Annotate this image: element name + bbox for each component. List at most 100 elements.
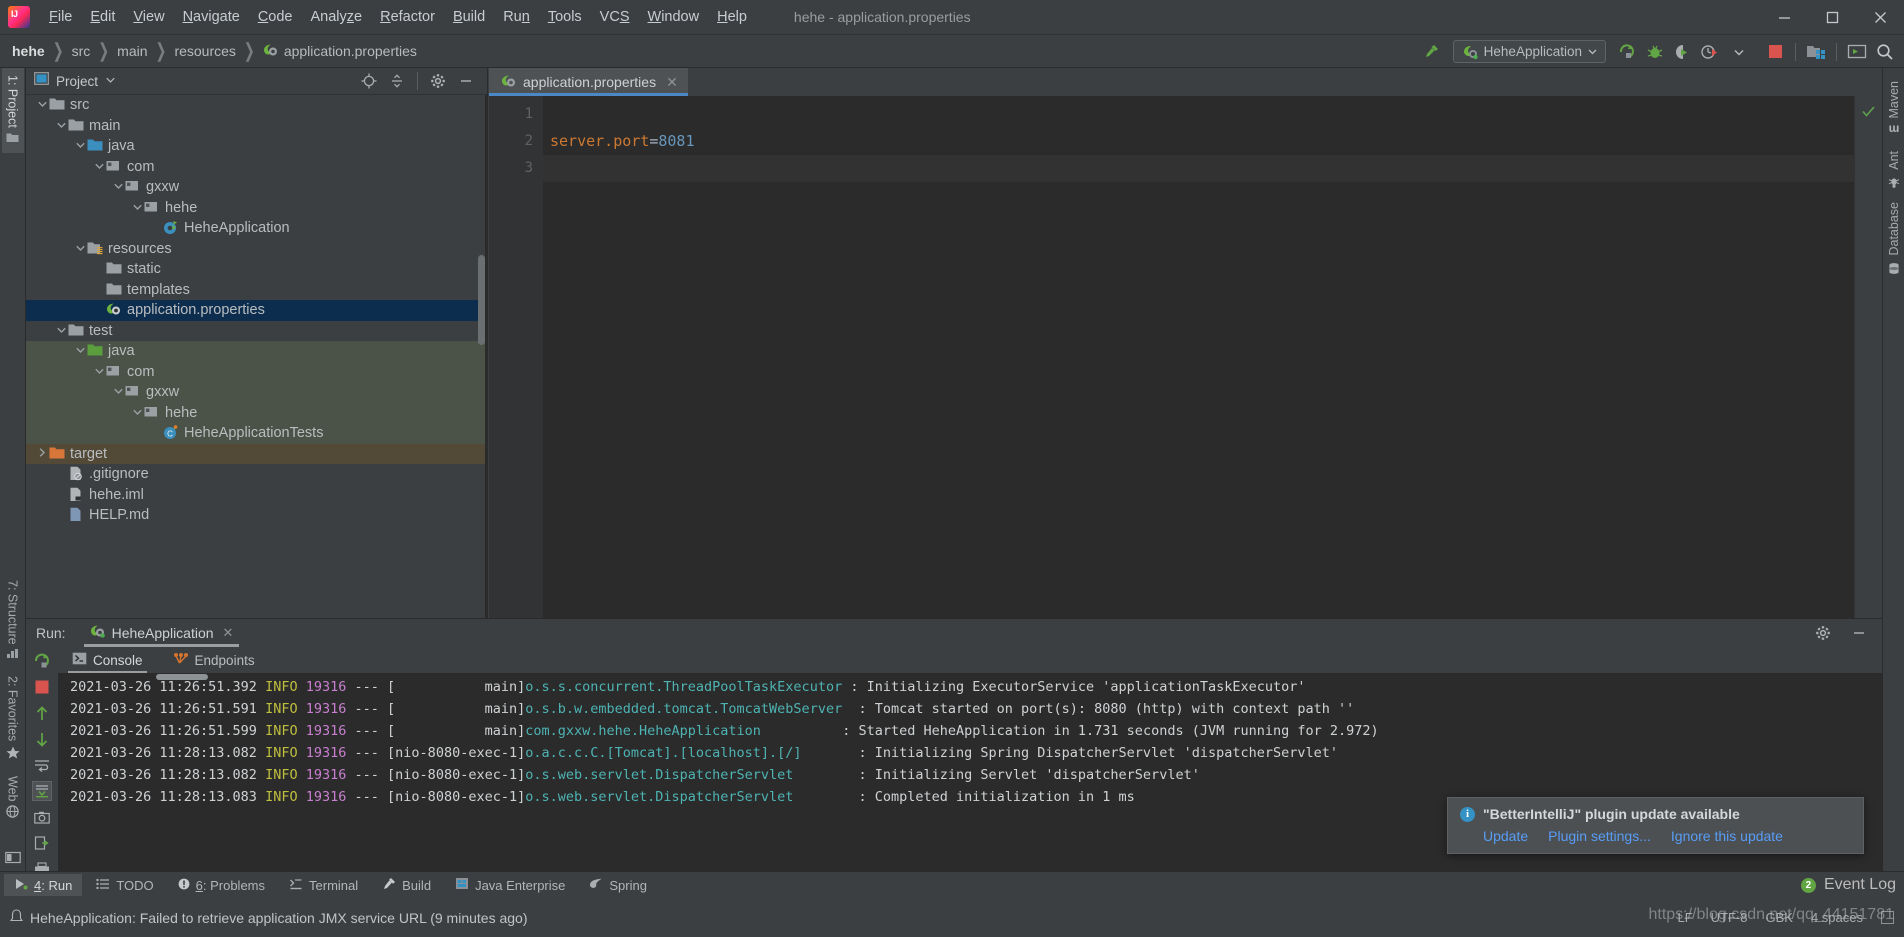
scroll-to-end-icon[interactable] — [32, 781, 52, 801]
status-line-separator[interactable]: LF — [1677, 910, 1692, 925]
run-with-coverage-icon[interactable] — [1670, 39, 1696, 65]
breadcrumb-item-application-properties[interactable]: application.properties — [263, 43, 417, 60]
tab-console[interactable]: Console — [68, 647, 147, 673]
checkmark-ok-icon[interactable] — [1862, 104, 1875, 120]
chevron-down-icon[interactable] — [131, 203, 144, 213]
readonly-lock-icon[interactable] — [1881, 911, 1894, 924]
run-configuration-selector[interactable]: HeheApplication — [1452, 40, 1606, 63]
menu-analyze[interactable]: Analyze — [302, 6, 372, 28]
tree-node-target[interactable]: target — [26, 443, 487, 464]
tree-node-hehe-iml[interactable]: hehe.iml — [26, 485, 487, 506]
notification-link-ignore[interactable]: Ignore this update — [1671, 828, 1783, 844]
status-encoding-alt[interactable]: GBK — [1765, 910, 1792, 925]
notification-link-plugin-settings[interactable]: Plugin settings... — [1548, 828, 1651, 844]
down-arrow-icon[interactable] — [32, 729, 52, 749]
chevron-right-icon[interactable] — [36, 448, 49, 459]
menu-view[interactable]: View — [124, 6, 173, 28]
tree-node-hehe[interactable]: hehe — [26, 402, 487, 423]
debug-icon[interactable] — [1642, 39, 1668, 65]
chevron-down-icon[interactable] — [112, 387, 125, 397]
sidebar-item-web[interactable]: Web — [2, 769, 24, 828]
close-icon[interactable]: ✕ — [666, 74, 678, 91]
tree-node-hehe[interactable]: hehe — [26, 198, 487, 219]
tree-node-templates[interactable]: templates — [26, 280, 487, 301]
sidebar-item-maven[interactable]: m Maven — [1883, 74, 1904, 144]
sidebar-item-structure[interactable]: 7: Structure — [2, 573, 24, 670]
chevron-down-icon[interactable] — [112, 182, 125, 192]
menu-vcs[interactable]: VCS — [591, 6, 639, 28]
tree-node-main[interactable]: main — [26, 116, 487, 137]
status-encoding[interactable]: UTF-8 — [1711, 910, 1748, 925]
scroll-from-source-icon[interactable] — [356, 68, 382, 94]
collapse-all-icon[interactable] — [384, 68, 410, 94]
notification-link-update[interactable]: Update — [1483, 828, 1528, 844]
tree-node-heheapplicationtests[interactable]: C HeheApplicationTests — [26, 423, 487, 444]
code-area[interactable]: 1 2 3 server.port=8081 — [489, 96, 1882, 618]
code-line[interactable] — [543, 101, 1882, 128]
build-hammer-icon[interactable] — [1419, 39, 1445, 65]
project-tree-scrollbar[interactable] — [478, 255, 485, 345]
sidebar-item-ant[interactable]: Ant — [1883, 144, 1904, 196]
tree-node--gitignore[interactable]: .gitignore — [26, 464, 487, 485]
chevron-down-icon[interactable] — [36, 100, 49, 110]
project-tree[interactable]: src main java com gxxw hehe HeheApplication res… — [26, 95, 487, 618]
console-scroll-indicator[interactable] — [156, 674, 208, 680]
menu-edit[interactable]: Edit — [81, 6, 124, 28]
menu-refactor[interactable]: Refactor — [371, 6, 444, 28]
tree-node-resources[interactable]: resources — [26, 239, 487, 260]
chevron-down-icon[interactable] — [106, 76, 115, 86]
bottom-item-java-enterprise[interactable]: Java Enterprise — [445, 874, 575, 896]
chevron-down-icon[interactable] — [74, 346, 87, 356]
gear-icon[interactable] — [425, 68, 451, 94]
bottom-item-spring[interactable]: Spring — [579, 874, 657, 896]
minimize-icon[interactable] — [1760, 0, 1808, 35]
tree-node-help-md[interactable]: HELP.md — [26, 505, 487, 526]
bottom-item-run[interactable]: 4: Run — [4, 874, 83, 896]
bottom-item-todo[interactable]: TODO — [86, 874, 163, 896]
gear-icon[interactable] — [1810, 620, 1836, 646]
code-line[interactable] — [543, 155, 1882, 182]
close-icon[interactable] — [1856, 0, 1904, 35]
status-message-row[interactable]: HeheApplication: Failed to retrieve appl… — [9, 909, 528, 926]
stop-icon[interactable] — [1762, 39, 1788, 65]
profile-icon[interactable] — [1698, 39, 1724, 65]
hide-icon[interactable] — [453, 68, 479, 94]
camera-icon[interactable] — [32, 807, 52, 827]
tree-node-java[interactable]: java — [26, 341, 487, 362]
stop-red-icon[interactable] — [32, 677, 52, 697]
event-log-button[interactable]: 2 Event Log — [1800, 876, 1896, 894]
export-icon[interactable] — [32, 833, 52, 853]
tree-node-com[interactable]: com — [26, 361, 487, 382]
chevron-down-icon[interactable] — [74, 141, 87, 151]
chevron-down-icon[interactable] — [93, 367, 106, 377]
chevron-down-icon[interactable] — [55, 326, 68, 336]
chevron-down-icon[interactable] — [74, 244, 87, 254]
terminal-icon[interactable] — [1844, 39, 1870, 65]
menu-build[interactable]: Build — [444, 6, 494, 28]
tree-node-gxxw[interactable]: gxxw — [26, 382, 487, 403]
rerun-icon[interactable] — [32, 651, 52, 671]
menu-file[interactable]: File — [40, 6, 81, 28]
run-panel-tab[interactable]: HeheApplication ✕ — [83, 619, 240, 647]
chevron-down-icon[interactable] — [55, 121, 68, 131]
chevron-down-icon-2[interactable] — [1726, 39, 1752, 65]
tree-node-static[interactable]: static — [26, 259, 487, 280]
tree-node-heheapplication[interactable]: HeheApplication — [26, 218, 487, 239]
menu-run[interactable]: Run — [494, 6, 539, 28]
bottom-item-problems[interactable]: 6: Problems — [168, 874, 275, 896]
editor-tab-application-properties[interactable]: application.properties ✕ — [489, 68, 688, 96]
bottom-item-build[interactable]: Build — [372, 874, 441, 896]
chevron-down-icon[interactable] — [131, 408, 144, 418]
run-icon[interactable] — [1614, 39, 1640, 65]
menu-help[interactable]: Help — [708, 6, 756, 28]
code-line[interactable]: server.port=8081 — [543, 128, 1882, 155]
menu-code[interactable]: Code — [249, 6, 302, 28]
menu-tools[interactable]: Tools — [539, 6, 591, 28]
tree-node-test[interactable]: test — [26, 321, 487, 342]
code-content[interactable]: server.port=8081 — [543, 96, 1882, 618]
sidebar-item-database[interactable]: Database — [1883, 195, 1904, 282]
project-structure-icon[interactable] — [1803, 39, 1829, 65]
hide-icon[interactable] — [1846, 620, 1872, 646]
editor-markup-bar[interactable] — [1854, 96, 1882, 618]
tree-node-src[interactable]: src — [26, 95, 487, 116]
